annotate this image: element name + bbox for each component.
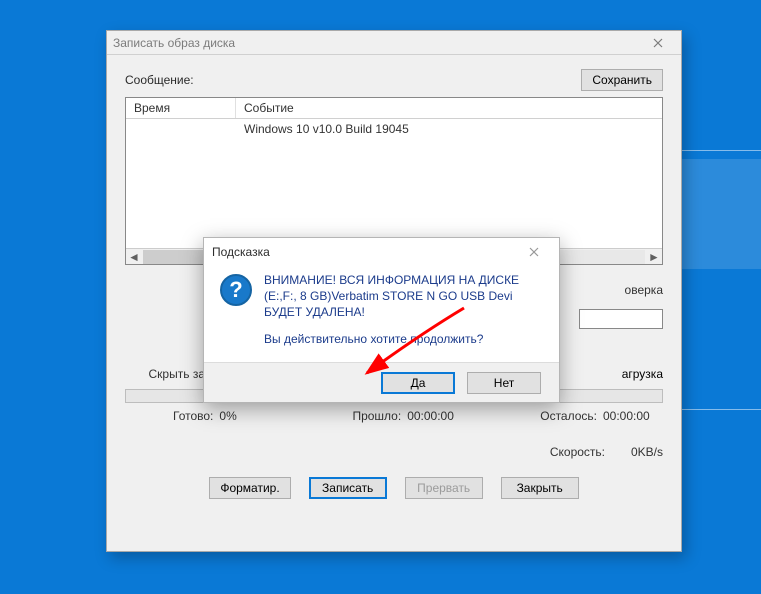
verify-checkbox[interactable]: оверка: [625, 283, 663, 297]
save-button[interactable]: Сохранить: [581, 69, 663, 91]
elapsed-label: Прошло:: [352, 409, 401, 423]
ready-value: 0%: [219, 409, 279, 423]
hide-label-fragment: Скрыть за: [125, 367, 215, 381]
speed-label: Скорость:: [550, 445, 605, 459]
ready-label: Готово:: [173, 409, 213, 423]
file-path-input[interactable]: [579, 309, 663, 329]
scroll-left-icon[interactable]: ◄: [126, 250, 142, 264]
close-icon[interactable]: [641, 33, 675, 53]
column-header-event[interactable]: Событие: [236, 98, 662, 118]
format-button[interactable]: Форматир.: [209, 477, 290, 499]
yes-button[interactable]: Да: [381, 372, 455, 394]
no-button[interactable]: Нет: [467, 372, 541, 394]
dialog-message: ВНИМАНИЕ! ВСЯ ИНФОРМАЦИЯ НА ДИСКЕ (E:,F:…: [264, 272, 543, 357]
dialog-warning-text: ВНИМАНИЕ! ВСЯ ИНФОРМАЦИЯ НА ДИСКЕ (E:,F:…: [264, 272, 543, 321]
remain-label: Осталось:: [540, 409, 597, 423]
write-button[interactable]: Записать: [309, 477, 387, 499]
column-header-time[interactable]: Время: [126, 98, 236, 118]
download-label-fragment: агрузка: [622, 367, 663, 381]
message-label: Сообщение:: [125, 73, 194, 87]
dialog-confirm-text: Вы действительно хотите продолжить?: [264, 331, 543, 347]
verify-label-fragment: оверка: [625, 283, 663, 297]
close-button[interactable]: Закрыть: [501, 477, 579, 499]
table-row: Windows 10 v10.0 Build 19045: [126, 119, 662, 139]
question-icon: ?: [220, 274, 252, 306]
dialog-close-icon[interactable]: [517, 242, 551, 262]
window-title: Записать образ диска: [113, 36, 641, 50]
cell-event: Windows 10 v10.0 Build 19045: [236, 119, 662, 139]
elapsed-value: 00:00:00: [407, 409, 467, 423]
dialog-title: Подсказка: [212, 245, 517, 259]
cell-time: [126, 119, 236, 139]
remain-value: 00:00:00: [603, 409, 663, 423]
titlebar: Записать образ диска: [107, 31, 681, 55]
speed-value: 0KB/s: [613, 445, 663, 459]
confirm-dialog: Подсказка ? ВНИМАНИЕ! ВСЯ ИНФОРМАЦИЯ НА …: [203, 237, 560, 403]
scroll-right-icon[interactable]: ►: [646, 250, 662, 264]
abort-button[interactable]: Прервать: [405, 477, 483, 499]
